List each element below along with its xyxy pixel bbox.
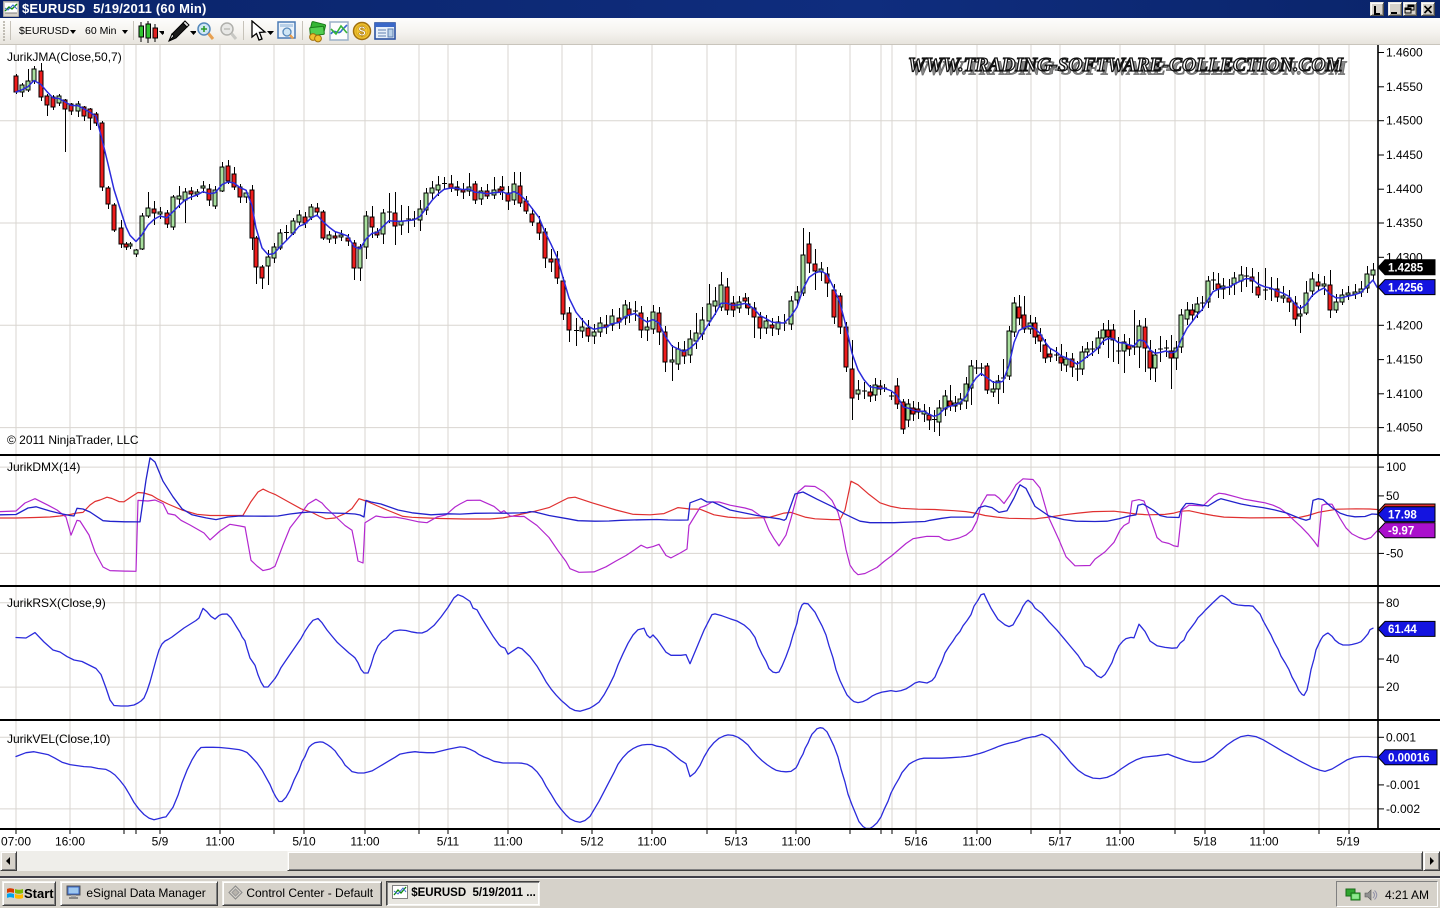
svg-text:17.98: 17.98 bbox=[1388, 510, 1417, 522]
svg-text:11:00: 11:00 bbox=[962, 835, 991, 849]
svg-text:1.4150: 1.4150 bbox=[1386, 353, 1423, 367]
svg-text:5/18: 5/18 bbox=[1193, 835, 1217, 849]
svg-text:-0.001: -0.001 bbox=[1386, 778, 1420, 792]
svg-text:1.4600: 1.4600 bbox=[1386, 46, 1423, 60]
svg-text:5/16: 5/16 bbox=[904, 835, 928, 849]
svg-text:1.4550: 1.4550 bbox=[1386, 80, 1423, 94]
svg-text:$: $ bbox=[358, 24, 366, 39]
svg-text:100: 100 bbox=[1386, 460, 1406, 474]
svg-text:11:00: 11:00 bbox=[1249, 835, 1278, 849]
svg-text:5/9: 5/9 bbox=[152, 835, 169, 849]
svg-text:JurikJMA(Close,50,7): JurikJMA(Close,50,7) bbox=[7, 50, 122, 64]
svg-text:1.4256: 1.4256 bbox=[1388, 282, 1423, 294]
svg-text:11:00: 11:00 bbox=[350, 835, 379, 849]
svg-text:5/12: 5/12 bbox=[580, 835, 604, 849]
svg-text:-50: -50 bbox=[1386, 546, 1404, 560]
svg-text:5/10: 5/10 bbox=[292, 835, 316, 849]
svg-text:1.4200: 1.4200 bbox=[1386, 318, 1423, 332]
svg-text:5/19: 5/19 bbox=[1336, 835, 1360, 849]
svg-text:61.44: 61.44 bbox=[1388, 624, 1417, 636]
svg-text:07:00: 07:00 bbox=[1, 835, 31, 849]
svg-text:1.4500: 1.4500 bbox=[1386, 114, 1423, 128]
svg-text:1.4285: 1.4285 bbox=[1388, 263, 1424, 275]
svg-text:5/17: 5/17 bbox=[1048, 835, 1072, 849]
svg-text:JurikVEL(Close,10): JurikVEL(Close,10) bbox=[7, 732, 110, 746]
svg-text:11:00: 11:00 bbox=[637, 835, 666, 849]
svg-text:20: 20 bbox=[1386, 680, 1400, 694]
svg-text:1.4450: 1.4450 bbox=[1386, 148, 1423, 162]
svg-text:© 2011 NinjaTrader, LLC: © 2011 NinjaTrader, LLC bbox=[7, 433, 139, 447]
svg-text:JurikRSX(Close,9): JurikRSX(Close,9) bbox=[7, 596, 106, 610]
svg-text:5/11: 5/11 bbox=[437, 835, 460, 849]
svg-text:80: 80 bbox=[1386, 596, 1400, 610]
svg-text:1.4350: 1.4350 bbox=[1386, 216, 1423, 230]
svg-text:11:00: 11:00 bbox=[1105, 835, 1134, 849]
svg-text:11:00: 11:00 bbox=[493, 835, 522, 849]
svg-text:40: 40 bbox=[1386, 652, 1400, 666]
svg-text:-9.97: -9.97 bbox=[1388, 526, 1414, 538]
svg-text:JurikDMX(14): JurikDMX(14) bbox=[7, 460, 80, 474]
svg-text:16:00: 16:00 bbox=[55, 835, 85, 849]
svg-text:5/13: 5/13 bbox=[724, 835, 748, 849]
svg-text:1.4100: 1.4100 bbox=[1386, 387, 1423, 401]
svg-text:-0.002: -0.002 bbox=[1386, 802, 1420, 816]
svg-text:11:00: 11:00 bbox=[781, 835, 810, 849]
svg-text:1.4400: 1.4400 bbox=[1386, 182, 1423, 196]
svg-text:0.00016: 0.00016 bbox=[1388, 752, 1430, 764]
svg-text:WWW.TRADING-SOFTWARE-COLLECTIO: WWW.TRADING-SOFTWARE-COLLECTION.COM bbox=[908, 55, 1343, 76]
svg-text:1.4050: 1.4050 bbox=[1386, 421, 1423, 435]
svg-text:50: 50 bbox=[1386, 489, 1400, 503]
svg-text:11:00: 11:00 bbox=[205, 835, 234, 849]
svg-text:0.001: 0.001 bbox=[1386, 730, 1416, 744]
